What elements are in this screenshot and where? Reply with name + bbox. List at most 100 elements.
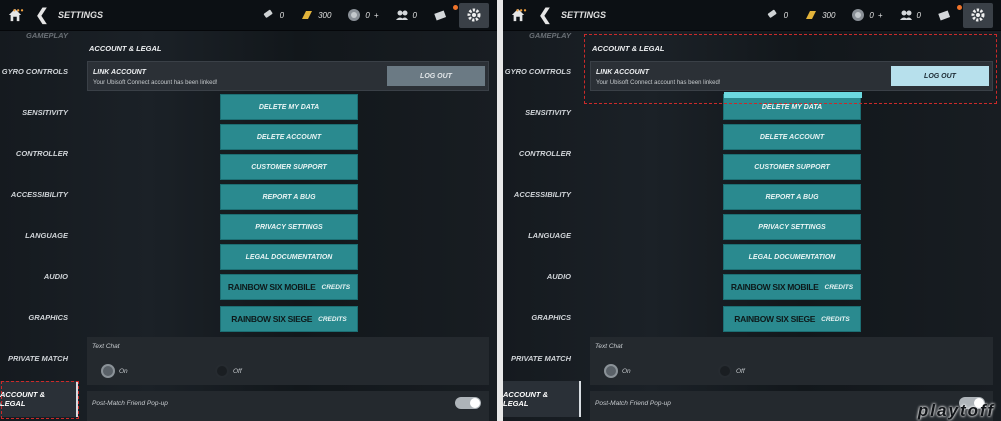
privacy-settings-button[interactable]: PRIVACY SETTINGS [723, 214, 861, 240]
rainbow-six-mobile-logo: RAINBOW SIX MOBILE [730, 282, 819, 292]
link-account-title: LINK ACCOUNT [93, 69, 147, 76]
back-button[interactable]: ❮ [30, 0, 54, 31]
rainbow-six-siege-logo: RAINBOW SIX SIEGE [231, 314, 313, 324]
renown-counter[interactable]: 0 [254, 8, 292, 22]
link-account-box: LINK ACCOUNT Your Ubisoft Connect accoun… [87, 61, 489, 91]
report-a-bug-button[interactable]: REPORT A BUG [723, 184, 861, 210]
sidebar-item-gameplay[interactable]: GAMEPLAY [503, 31, 581, 41]
settings-screen-left: ••• ❮ SETTINGS 0 300 0 + 0 GAMEPLAY GYRO… [0, 0, 497, 421]
delete-account-button[interactable]: DELETE ACCOUNT [220, 124, 358, 150]
page-title: SETTINGS [58, 10, 104, 20]
back-button[interactable]: ❮ [533, 0, 557, 31]
text-chat-setting: Text Chat On Off [87, 337, 489, 385]
log-out-button[interactable]: LOG OUT [891, 66, 989, 86]
gold-counter[interactable]: 300 [292, 8, 339, 22]
sidebar-item-gyro-controls[interactable]: GYRO CONTROLS [503, 53, 581, 89]
notification-dots: ••• [516, 5, 528, 15]
sidebar-item-controller[interactable]: CONTROLLER [0, 135, 78, 171]
sidebar-item-private-match[interactable]: PRIVATE MATCH [503, 340, 581, 376]
text-chat-on-radio[interactable]: On [101, 364, 128, 378]
watermark: playtoff [917, 401, 995, 420]
add-premium-button[interactable]: + [878, 11, 883, 20]
friends-icon [395, 10, 408, 20]
sidebar-item-audio[interactable]: AUDIO [503, 258, 581, 294]
settings-screen-right: ••• ❮ SETTINGS 0 300 0 + 0 GAMEPLAY GYRO… [503, 0, 1001, 421]
settings-button[interactable] [459, 2, 489, 28]
gear-icon [971, 8, 985, 22]
friends-counter[interactable]: 0 [891, 8, 929, 22]
link-account-status: Your Ubisoft Connect account has been li… [93, 80, 218, 86]
sidebar-item-sensitivity[interactable]: SENSITIVITY [503, 94, 581, 130]
focus-highlight [724, 92, 862, 98]
sidebar-item-audio[interactable]: AUDIO [0, 258, 78, 294]
gold-bars-icon [806, 11, 817, 19]
text-chat-on-radio[interactable]: On [604, 364, 631, 378]
notification-dots: ••• [13, 5, 25, 15]
r6-siege-credits-button[interactable]: RAINBOW SIX SIEGE CREDITS [723, 306, 861, 332]
sidebar-item-language[interactable]: LANGUAGE [0, 217, 78, 253]
post-match-popup-label: Post-Match Friend Pop-up [92, 400, 168, 407]
gear-icon [467, 8, 481, 22]
account-legal-panel: ACCOUNT & LEGAL LINK ACCOUNT Your Ubisof… [85, 31, 491, 421]
post-match-popup-label: Post-Match Friend Pop-up [595, 400, 671, 407]
legal-documentation-button[interactable]: LEGAL DOCUMENTATION [220, 244, 358, 270]
report-a-bug-button[interactable]: REPORT A BUG [220, 184, 358, 210]
text-chat-off-radio[interactable]: Off [718, 364, 745, 378]
delete-my-data-button[interactable]: DELETE MY DATA [220, 94, 358, 120]
legal-documentation-button[interactable]: LEGAL DOCUMENTATION [723, 244, 861, 270]
mail-icon [434, 10, 447, 21]
premium-counter[interactable]: 0 + [843, 8, 890, 22]
sidebar-item-controller[interactable]: CONTROLLER [503, 135, 581, 171]
sidebar-item-private-match[interactable]: PRIVATE MATCH [0, 340, 78, 376]
text-chat-off-radio[interactable]: Off [215, 364, 242, 378]
currency-bar: 0 300 0 + 0 [758, 5, 962, 22]
sidebar-item-gameplay[interactable]: GAMEPLAY [0, 31, 78, 41]
post-match-popup-toggle[interactable] [455, 397, 481, 409]
gold-bars-icon [302, 11, 313, 19]
premium-coin-icon [852, 9, 865, 21]
settings-button[interactable] [963, 2, 993, 28]
account-legal-panel: ACCOUNT & LEGAL LINK ACCOUNT Your Ubisof… [588, 31, 995, 421]
log-out-button[interactable]: LOG OUT [387, 66, 485, 86]
customer-support-button[interactable]: CUSTOMER SUPPORT [220, 154, 358, 180]
link-account-status: Your Ubisoft Connect account has been li… [596, 80, 721, 86]
sidebar-item-sensitivity[interactable]: SENSITIVITY [0, 94, 78, 130]
sidebar-item-graphics[interactable]: GRAPHICS [0, 299, 78, 335]
premium-counter[interactable]: 0 + [339, 8, 386, 22]
settings-sidebar: GAMEPLAY GYRO CONTROLS SENSITIVITY CONTR… [0, 31, 80, 421]
r6-mobile-credits-button[interactable]: RAINBOW SIX MOBILE CREDITS [220, 274, 358, 300]
add-premium-button[interactable]: + [374, 11, 379, 20]
sidebar-item-account-legal[interactable]: ACCOUNT & LEGAL [0, 381, 78, 417]
friends-counter[interactable]: 0 [387, 8, 425, 22]
sidebar-item-graphics[interactable]: GRAPHICS [503, 299, 581, 335]
mail-button[interactable] [425, 5, 458, 22]
home-button[interactable]: ••• [503, 0, 533, 31]
sidebar-item-accessibility[interactable]: ACCESSIBILITY [503, 176, 581, 212]
chevron-left-icon: ❮ [538, 7, 552, 24]
gold-counter[interactable]: 300 [796, 8, 843, 22]
section-title: ACCOUNT & LEGAL [592, 43, 665, 53]
privacy-settings-button[interactable]: PRIVACY SETTINGS [220, 214, 358, 240]
radio-selected-icon [101, 364, 115, 378]
sidebar-item-gyro-controls[interactable]: GYRO CONTROLS [0, 53, 78, 89]
mail-button[interactable] [929, 5, 962, 22]
sidebar-item-accessibility[interactable]: ACCESSIBILITY [0, 176, 78, 212]
r6-siege-credits-button[interactable]: RAINBOW SIX SIEGE CREDITS [220, 306, 358, 332]
sidebar-item-language[interactable]: LANGUAGE [503, 217, 581, 253]
top-bar: ••• ❮ SETTINGS 0 300 0 + 0 [0, 0, 497, 31]
top-bar: ••• ❮ SETTINGS 0 300 0 + 0 [503, 0, 1001, 31]
renown-counter[interactable]: 0 [758, 8, 796, 22]
sidebar-item-account-legal[interactable]: ACCOUNT & LEGAL [503, 381, 581, 417]
home-button[interactable]: ••• [0, 0, 30, 31]
text-chat-label: Text Chat [92, 343, 120, 350]
currency-bar: 0 300 0 + 0 [254, 5, 458, 22]
delete-account-button[interactable]: DELETE ACCOUNT [723, 124, 861, 150]
rainbow-six-siege-logo: RAINBOW SIX SIEGE [734, 314, 816, 324]
page-title: SETTINGS [561, 10, 607, 20]
mail-icon [938, 10, 951, 21]
r6-mobile-credits-button[interactable]: RAINBOW SIX MOBILE CREDITS [723, 274, 861, 300]
customer-support-button[interactable]: CUSTOMER SUPPORT [723, 154, 861, 180]
radio-unselected-icon [718, 364, 732, 378]
delete-my-data-button[interactable]: DELETE MY DATA [723, 92, 862, 120]
radio-selected-icon [604, 364, 618, 378]
